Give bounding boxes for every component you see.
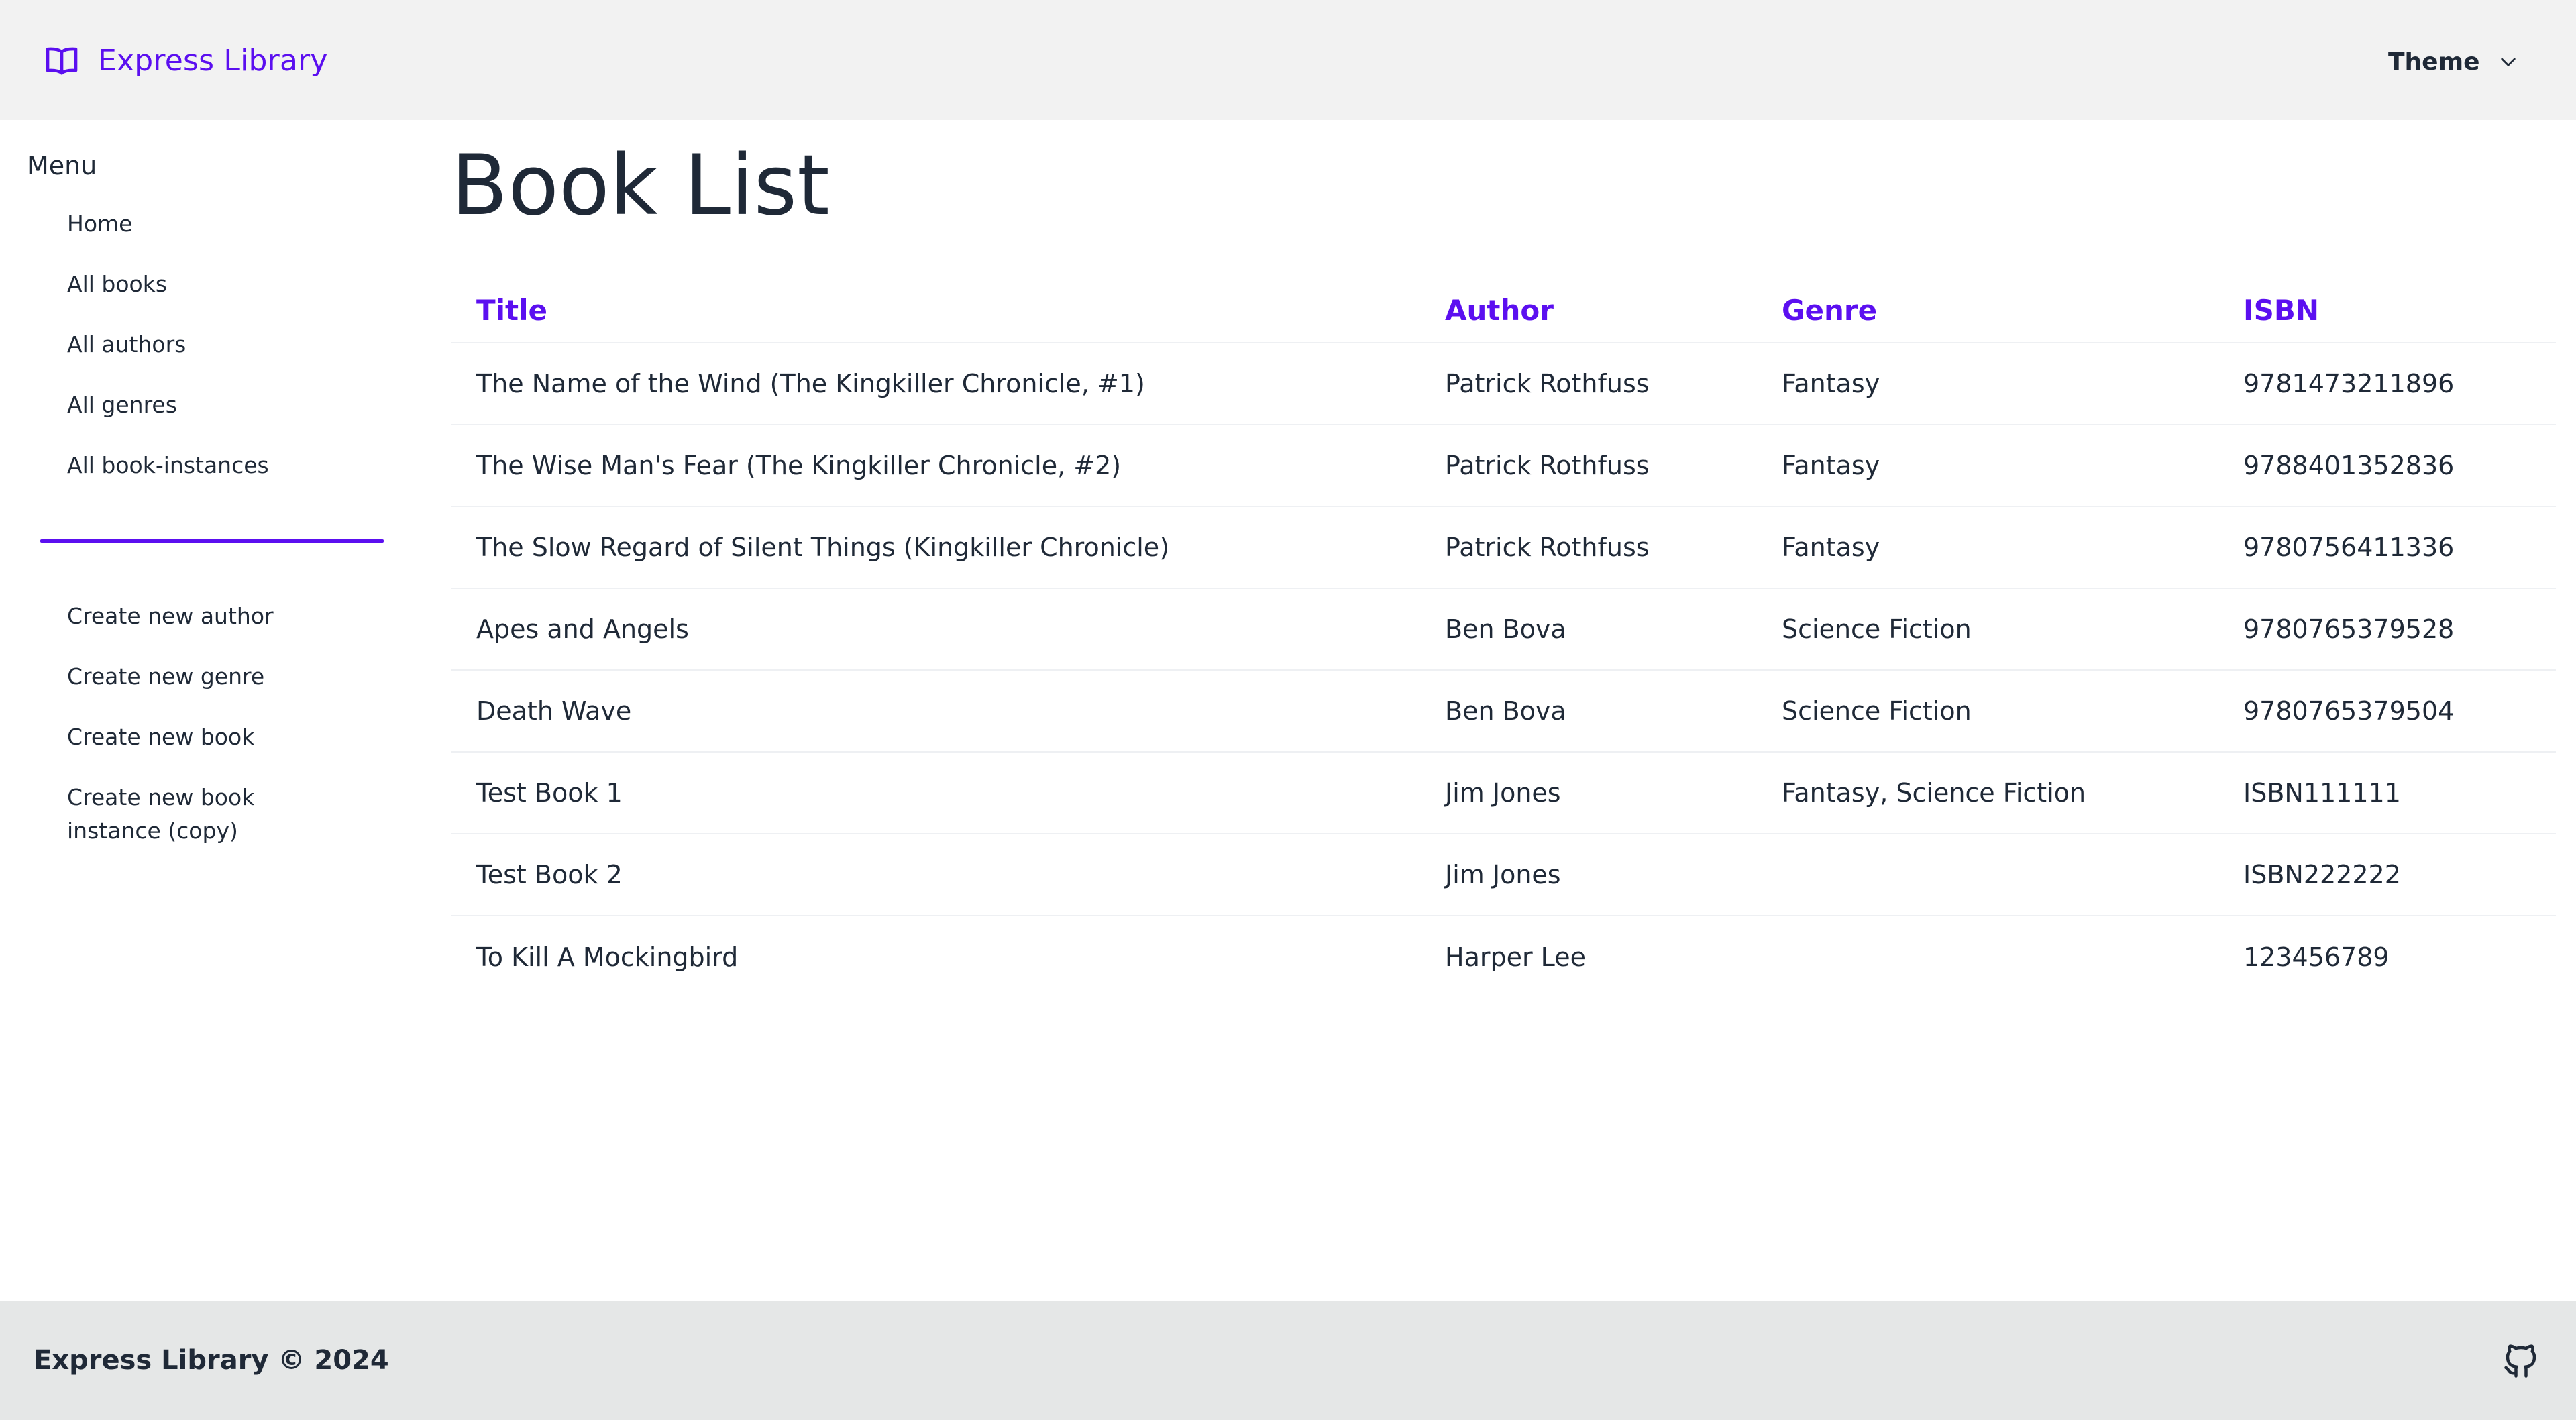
sidebar-item-all-books[interactable]: All books: [67, 268, 269, 328]
brand-link[interactable]: Express Library: [43, 40, 328, 80]
book-isbn-cell: 9788401352836: [2218, 425, 2556, 507]
sidebar-item-all-book-instances[interactable]: All book-instances: [67, 449, 269, 509]
column-header-isbn: ISBN: [2218, 278, 2556, 343]
sidebar-item-all-genres[interactable]: All genres: [67, 388, 269, 449]
column-header-author: Author: [1419, 278, 1756, 343]
book-genre-cell[interactable]: Fantasy: [1756, 506, 2218, 589]
table-row: Apes and Angels Ben Bova Science Fiction…: [451, 588, 2556, 671]
sidebar-item-create-book-instance[interactable]: Create new book instance (copy): [67, 781, 288, 855]
book-author-cell[interactable]: Jim Jones: [1419, 834, 1756, 916]
page-title: Book List: [451, 138, 830, 234]
book-author-cell[interactable]: Jim Jones: [1419, 752, 1756, 834]
book-genre-cell: [1756, 834, 2218, 916]
book-genre-cell[interactable]: Fantasy: [1756, 343, 2218, 425]
sidebar-item-create-genre[interactable]: Create new genre: [67, 660, 288, 720]
sidebar-divider: [40, 539, 384, 543]
book-author-cell[interactable]: Harper Lee: [1419, 916, 1756, 997]
book-title-cell[interactable]: The Slow Regard of Silent Things (Kingki…: [451, 506, 1419, 589]
table-header-row: Title Author Genre ISBN: [451, 278, 2556, 343]
book-author-cell[interactable]: Ben Bova: [1419, 588, 1756, 671]
book-genre-cell[interactable]: Science Fiction: [1756, 588, 2218, 671]
table-row: The Wise Man's Fear (The Kingkiller Chro…: [451, 425, 2556, 507]
book-isbn-cell: 9781473211896: [2218, 343, 2556, 425]
column-header-title: Title: [451, 278, 1419, 343]
footer-copyright: Express Library © 2024: [34, 1345, 389, 1376]
nav-list-browse: Home All books All authors All genres Al…: [67, 207, 269, 509]
book-genre-cell[interactable]: Fantasy, Science Fiction: [1756, 752, 2218, 834]
book-isbn-cell: 123456789: [2243, 942, 2390, 972]
book-title-cell[interactable]: The Name of the Wind (The Kingkiller Chr…: [451, 343, 1419, 425]
table-row: Test Book 2 Jim Jones ISBN222222: [451, 834, 2556, 916]
brand-name: Express Library: [98, 43, 328, 78]
book-title-cell[interactable]: The Wise Man's Fear (The Kingkiller Chro…: [451, 425, 1419, 507]
sidebar-item-all-authors[interactable]: All authors: [67, 328, 269, 388]
sidebar: Menu Home All books All authors All genr…: [0, 120, 416, 1301]
book-title-cell[interactable]: To Kill A Mockingbird: [451, 916, 1419, 997]
book-title-cell[interactable]: Test Book 1: [451, 752, 1419, 834]
table-row: Test Book 1 Jim Jones Fantasy, Science F…: [451, 752, 2556, 834]
top-navbar: Express Library Theme: [0, 0, 2576, 120]
theme-dropdown[interactable]: Theme: [2388, 44, 2519, 79]
book-author-cell[interactable]: Ben Bova: [1419, 670, 1756, 753]
book-author-cell[interactable]: Patrick Rothfuss: [1419, 506, 1756, 589]
book-isbn-cell: 9780756411336: [2218, 506, 2556, 589]
book-isbn-cell: ISBN111111: [2218, 752, 2556, 834]
book-title-cell[interactable]: Apes and Angels: [451, 588, 1419, 671]
book-genre-cell: [1756, 916, 2218, 997]
book-title-cell[interactable]: Test Book 2: [451, 834, 1419, 916]
sidebar-item-create-book[interactable]: Create new book: [67, 720, 288, 781]
book-isbn-cell: 9780765379528: [2218, 588, 2556, 671]
book-open-icon: [43, 42, 80, 79]
book-author-cell[interactable]: Patrick Rothfuss: [1419, 343, 1756, 425]
book-table: Title Author Genre ISBN The Name of the …: [451, 278, 2556, 997]
book-isbn-cell: 9780765379504: [2218, 670, 2556, 753]
nav-list-create: Create new author Create new genre Creat…: [67, 600, 288, 855]
book-title-cell[interactable]: Death Wave: [451, 670, 1419, 753]
footer: Express Library © 2024: [0, 1301, 2576, 1420]
column-header-genre: Genre: [1756, 278, 2218, 343]
book-genre-cell[interactable]: Fantasy: [1756, 425, 2218, 507]
theme-label: Theme: [2388, 48, 2480, 76]
table-row: The Slow Regard of Silent Things (Kingki…: [451, 506, 2556, 589]
github-icon[interactable]: [2501, 1341, 2541, 1381]
book-genre-cell[interactable]: Science Fiction: [1756, 670, 2218, 753]
sidebar-item-home[interactable]: Home: [67, 207, 269, 268]
sidebar-item-create-author[interactable]: Create new author: [67, 600, 288, 660]
table-row: Death Wave Ben Bova Science Fiction 9780…: [451, 670, 2556, 753]
book-author-cell[interactable]: Patrick Rothfuss: [1419, 425, 1756, 507]
book-isbn-cell: ISBN222222: [2218, 834, 2556, 916]
table-row: To Kill A Mockingbird Harper Lee 1234567…: [451, 916, 2556, 997]
chevron-down-icon: [2498, 51, 2519, 72]
menu-title: Menu: [27, 151, 97, 180]
table-row: The Name of the Wind (The Kingkiller Chr…: [451, 343, 2556, 425]
